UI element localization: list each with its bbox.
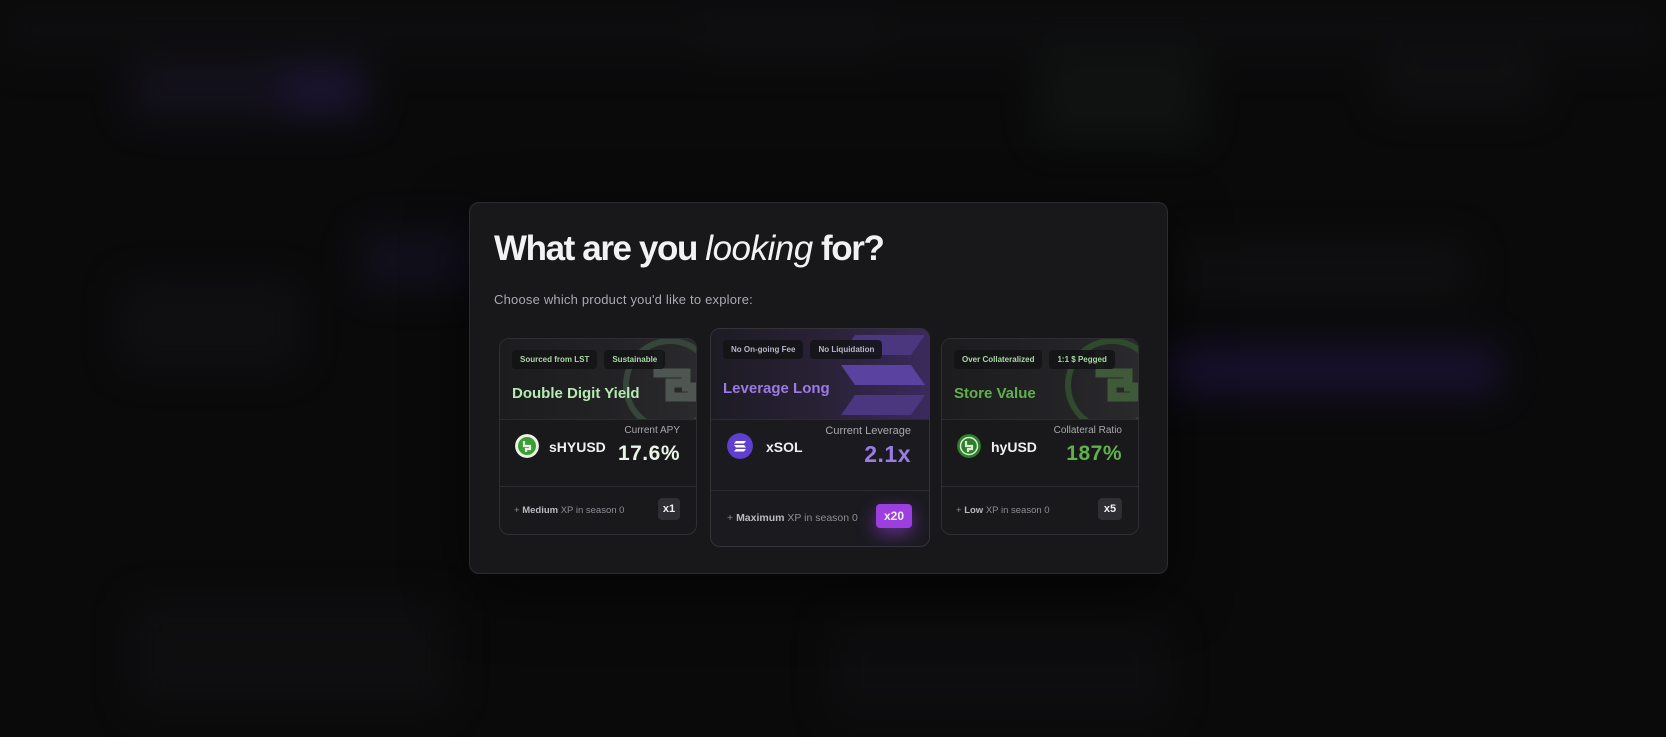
tag: No On-going Fee — [723, 340, 804, 359]
divider — [711, 419, 929, 420]
token-name: xSOL — [766, 439, 803, 455]
xp-prefix: + — [956, 505, 965, 516]
metric-label: Current APY — [624, 425, 680, 436]
tag: 1:1 $ Pegged — [1049, 350, 1115, 369]
metric-value: 2.1x — [864, 441, 911, 467]
modal-title: What are you looking for? — [494, 229, 885, 268]
xp-suffix: XP in season 0 — [784, 512, 858, 524]
divider — [942, 486, 1138, 487]
metric-label: Current Leverage — [825, 425, 911, 437]
xp-multiplier-badge: x5 — [1098, 498, 1122, 520]
xp-info: + Medium XP in season 0 — [514, 505, 624, 516]
tag: No Liquidation — [810, 340, 883, 359]
card-title: Store Value — [954, 385, 1036, 402]
xsol-token-icon — [727, 433, 753, 459]
xp-info: + Low XP in season 0 — [956, 505, 1050, 516]
tag: Sustainable — [604, 350, 666, 369]
token-name: sHYUSD — [549, 439, 606, 455]
product-picker-modal: What are you looking for? Choose which p… — [469, 202, 1168, 574]
xp-info: + Maximum XP in season 0 — [727, 512, 858, 524]
token-name: hyUSD — [991, 439, 1037, 455]
shyusd-token-icon — [515, 434, 539, 458]
xp-level: Low — [964, 505, 984, 516]
tag: Sourced from LST — [512, 350, 598, 369]
modal-subtitle: Choose which product you'd like to explo… — [494, 292, 753, 307]
divider — [942, 419, 1138, 420]
xp-prefix: + — [514, 505, 523, 516]
divider — [500, 419, 696, 420]
xp-level: Maximum — [736, 512, 785, 524]
product-card-xsol[interactable]: No On-going Fee No Liquidation Leverage … — [710, 328, 930, 547]
product-card-shyusd[interactable]: Sourced from LST Sustainable Double Digi… — [499, 338, 697, 535]
metric-label: Collateral Ratio — [1053, 425, 1122, 436]
title-emphasis: looking — [705, 229, 813, 268]
card-title: Double Digit Yield — [512, 385, 640, 402]
card-title: Leverage Long — [723, 380, 830, 397]
xp-level: Medium — [522, 505, 559, 516]
metric-value: 187% — [1066, 442, 1122, 465]
product-card-hyusd[interactable]: Over Collateralized 1:1 $ Pegged Store V… — [941, 338, 1139, 535]
xp-multiplier-badge: x1 — [658, 498, 680, 520]
divider — [500, 486, 696, 487]
tag: Over Collateralized — [954, 350, 1043, 369]
xp-multiplier-badge: x20 — [876, 504, 912, 528]
xp-suffix: XP in season 0 — [983, 505, 1050, 516]
xp-prefix: + — [727, 512, 737, 524]
title-suffix: for? — [812, 229, 885, 268]
title-prefix: What are you — [494, 229, 706, 268]
divider — [711, 490, 929, 491]
xp-suffix: XP in season 0 — [558, 505, 625, 516]
hyusd-token-icon — [957, 434, 981, 458]
metric-value: 17.6% — [617, 442, 680, 465]
